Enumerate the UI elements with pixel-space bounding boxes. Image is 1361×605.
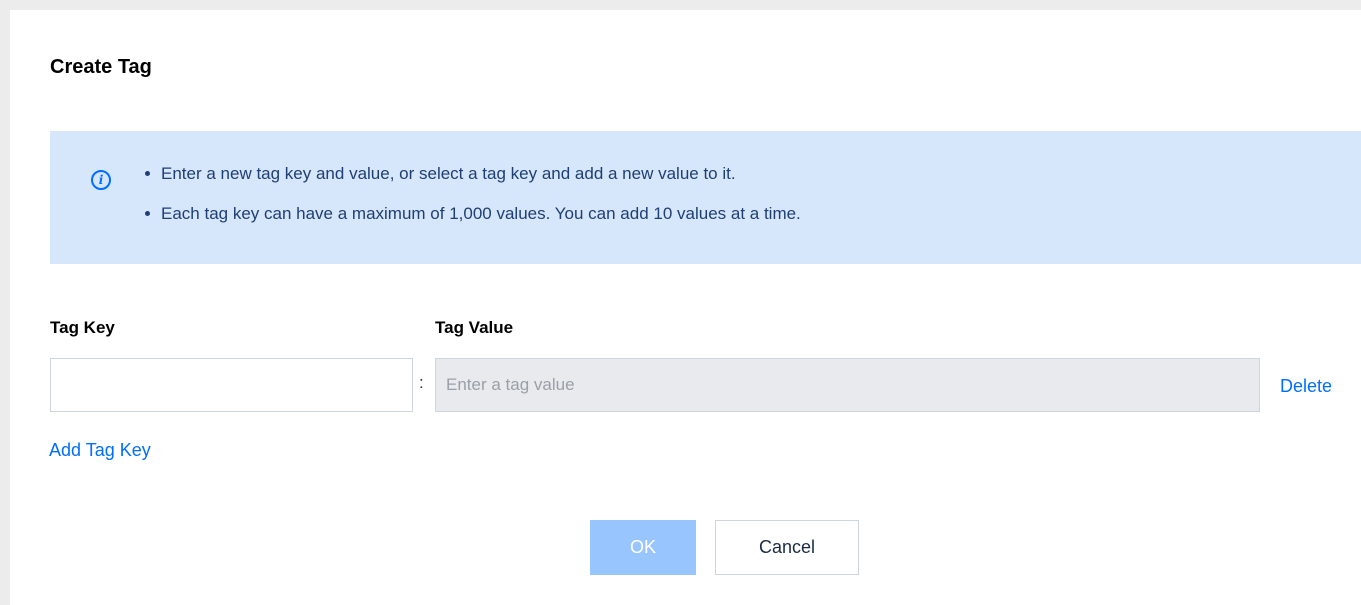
tag-key-input[interactable] xyxy=(50,358,413,412)
notice-item: Each tag key can have a maximum of 1,000… xyxy=(143,203,801,225)
cancel-button[interactable]: Cancel xyxy=(715,520,859,575)
key-value-separator: : xyxy=(419,373,424,392)
ok-button[interactable]: OK xyxy=(590,520,696,575)
notice-list: Enter a new tag key and value, or select… xyxy=(143,163,801,243)
info-icon: i xyxy=(91,170,111,190)
delete-link[interactable]: Delete xyxy=(1280,376,1332,397)
dialog-title: Create Tag xyxy=(50,56,152,78)
notice-item: Enter a new tag key and value, or select… xyxy=(143,163,801,185)
info-notice: i Enter a new tag key and value, or sele… xyxy=(50,131,1361,264)
tag-value-input[interactable] xyxy=(435,358,1260,412)
add-tag-key-link[interactable]: Add Tag Key xyxy=(49,440,151,461)
tag-key-label: Tag Key xyxy=(50,318,115,337)
create-tag-dialog: Create Tag i Enter a new tag key and val… xyxy=(10,10,1361,605)
tag-value-label: Tag Value xyxy=(435,318,514,337)
